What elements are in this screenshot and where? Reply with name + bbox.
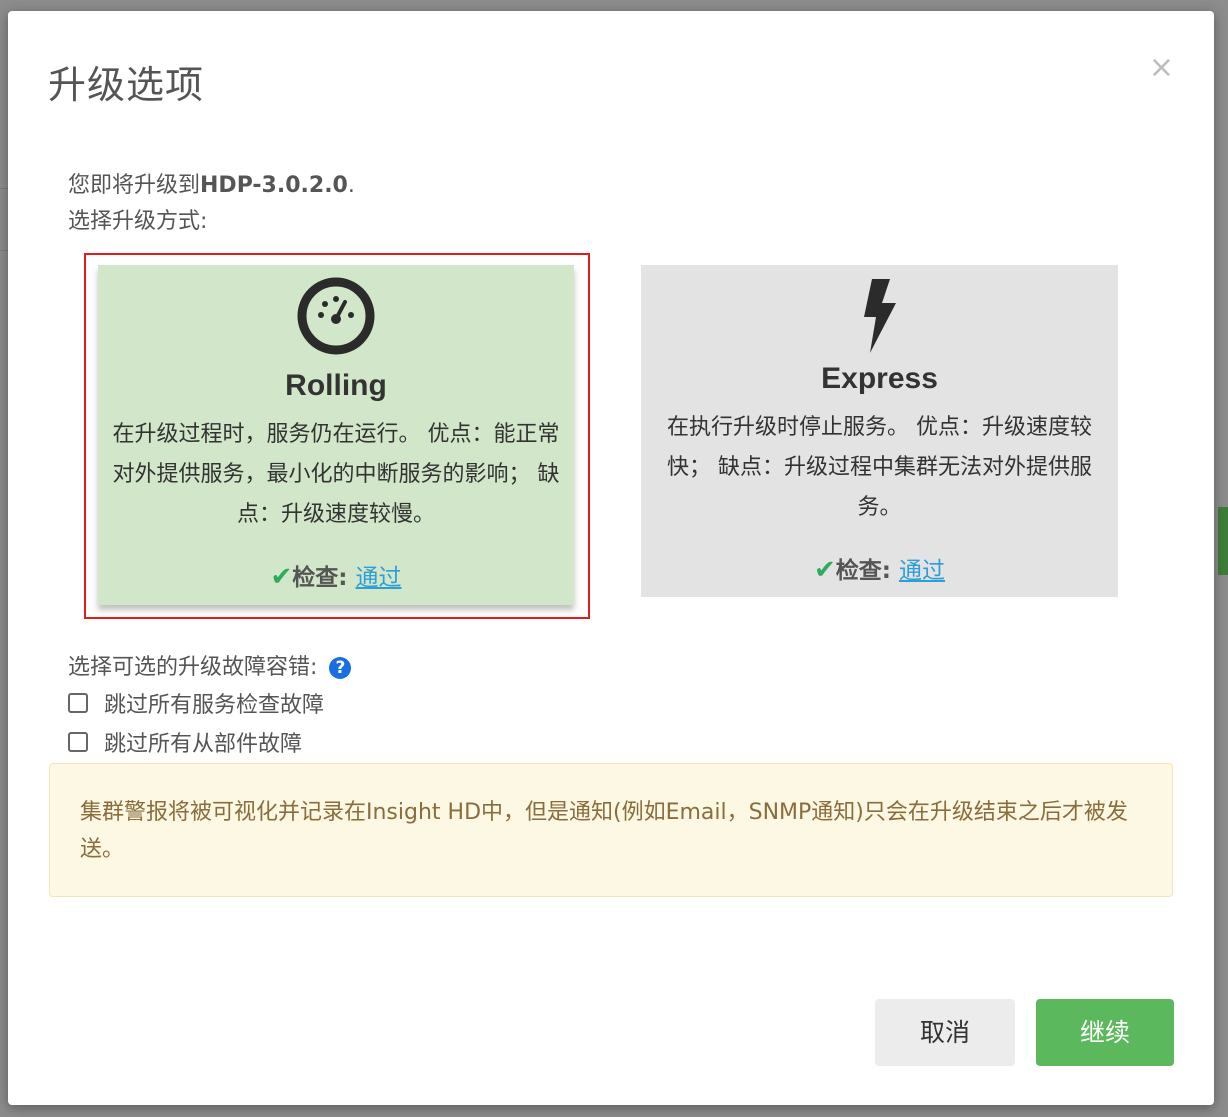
- checkmark-icon: ✔: [813, 555, 836, 585]
- speedometer-icon: [297, 277, 375, 355]
- intro-text: 您即将升级到HDP-3.0.2.0. 选择升级方式:: [68, 168, 355, 240]
- skip-slave-failures-option[interactable]: 跳过所有从部件故障: [68, 726, 302, 758]
- check-label: 检查:: [835, 558, 891, 584]
- skip-service-check-checkbox[interactable]: [68, 693, 88, 713]
- upgrade-options-dialog: 升级选项 × 您即将升级到HDP-3.0.2.0. 选择升级方式: Rollin…: [8, 11, 1214, 1105]
- lightning-icon: [863, 279, 896, 353]
- continue-button[interactable]: 继续: [1036, 999, 1174, 1066]
- help-icon[interactable]: ?: [329, 657, 352, 679]
- rolling-check-status: ✔检查: 通过: [98, 558, 574, 592]
- close-button[interactable]: ×: [1149, 53, 1174, 83]
- check-passed-link[interactable]: 通过: [899, 558, 945, 584]
- skip-service-check-label: 跳过所有服务检查故障: [104, 693, 325, 718]
- cancel-button[interactable]: 取消: [875, 999, 1015, 1066]
- target-prefix: 您即将升级到: [68, 173, 201, 198]
- rolling-description: 在升级过程时，服务仍在运行。 优点：能正常对外提供服务，最小化的中断服务的影响；…: [112, 422, 560, 527]
- skip-slave-failures-label: 跳过所有从部件故障: [104, 732, 303, 757]
- check-label: 检查:: [292, 565, 348, 591]
- dialog-title: 升级选项: [48, 63, 205, 107]
- skip-slave-failures-checkbox[interactable]: [68, 732, 88, 752]
- rolling-upgrade-option[interactable]: Rolling 在升级过程时，服务仍在运行。 优点：能正常对外提供服务，最小化的…: [98, 265, 574, 605]
- failure-tolerance-label: 选择可选的升级故障容错:?: [68, 649, 352, 681]
- background-divider: [0, 188, 8, 189]
- skip-service-check-option[interactable]: 跳过所有服务检查故障: [68, 687, 324, 719]
- background-divider: [0, 250, 8, 251]
- express-check-status: ✔检查: 通过: [641, 551, 1118, 585]
- choose-method-label: 选择升级方式:: [68, 209, 208, 234]
- checkmark-icon: ✔: [270, 562, 293, 592]
- rolling-title: Rolling: [285, 369, 387, 402]
- express-upgrade-option[interactable]: Express 在执行升级时停止服务。 优点：升级速度较快； 缺点：升级过程中集…: [641, 265, 1118, 597]
- background-button: [1218, 507, 1228, 575]
- tolerance-label-text: 选择可选的升级故障容错:: [68, 655, 318, 680]
- upgrade-target-line: 您即将升级到HDP-3.0.2.0.: [68, 168, 355, 204]
- express-description: 在执行升级时停止服务。 优点：升级速度较快； 缺点：升级过程中集群无法对外提供服…: [667, 415, 1092, 520]
- target-version: HDP-3.0.2.0: [200, 173, 348, 198]
- check-passed-link[interactable]: 通过: [356, 565, 402, 591]
- express-title: Express: [821, 362, 938, 395]
- alerts-notice: 集群警报将被可视化并记录在Insight HD中，但是通知(例如Email，SN…: [49, 763, 1173, 897]
- target-suffix: .: [347, 173, 355, 198]
